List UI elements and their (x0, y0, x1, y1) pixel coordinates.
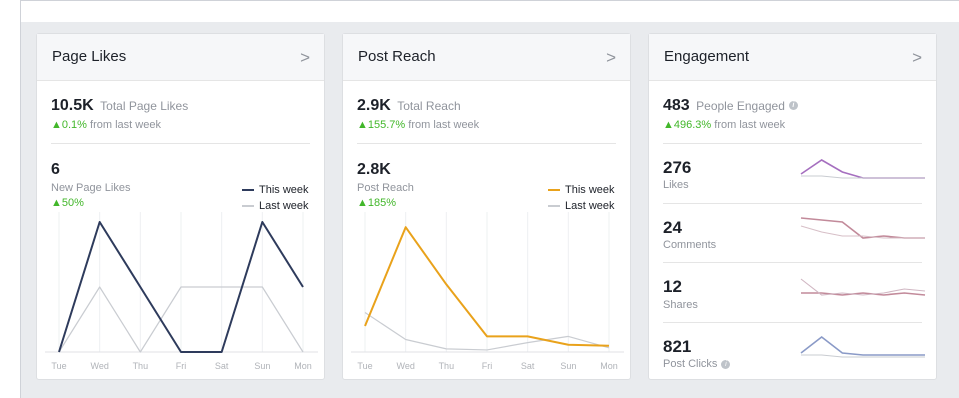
engagement-card: Engagement > 483 People Engaged i ▲496.3%… (648, 33, 937, 380)
comments-sparkline (800, 225, 925, 239)
x-tick-label: Fri (176, 361, 187, 371)
x-tick-label: Wed (396, 361, 414, 371)
engagement-sparklines (800, 159, 926, 358)
x-tick-label: Fri (482, 361, 493, 371)
post-clicks-sparkline (800, 335, 925, 356)
x-tick-label: Sun (254, 361, 270, 371)
x-tick-label: Thu (133, 361, 149, 371)
post-reach-card: Post Reach > 2.9K Total Reach ▲155.7% fr… (342, 33, 631, 380)
x-tick-label: Sat (521, 361, 535, 371)
x-tick-label: Mon (294, 361, 312, 371)
x-tick-label: Sun (560, 361, 576, 371)
likes-sparkline (801, 175, 925, 179)
x-tick-label: Thu (439, 361, 455, 371)
page-likes-card: Page Likes > 10.5K Total Page Likes ▲0.1… (36, 33, 325, 380)
likes-sparkline (800, 159, 925, 179)
x-tick-label: Tue (51, 361, 66, 371)
x-tick-label: Mon (600, 361, 618, 371)
x-tick-label: Tue (357, 361, 372, 371)
x-tick-label: Wed (90, 361, 108, 371)
comments-sparkline (800, 217, 925, 239)
post-reach-chart: Tue Wed Thu Fri Sat Sun Mon (351, 212, 624, 371)
page-likes-chart: Tue Wed Thu Fri Sat Sun Mon (45, 212, 318, 371)
x-tick-label: Sat (215, 361, 229, 371)
